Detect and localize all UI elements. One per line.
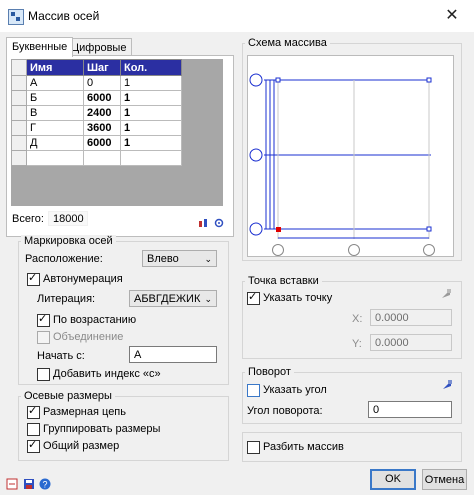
help-icon[interactable]: ? (39, 478, 51, 490)
cell-count[interactable]: 1 (120, 105, 182, 121)
total-label: Всего: (12, 213, 44, 225)
x-input[interactable]: 0.0000 (370, 309, 452, 326)
group-dimensions-checkbox[interactable] (27, 423, 40, 436)
total-value: 18000 (48, 211, 88, 226)
cell-step[interactable]: 0 (83, 75, 121, 91)
cell-step[interactable]: 3600 (83, 120, 121, 136)
table-row[interactable]: Д 6000 1 (11, 135, 182, 151)
chevron-down-icon: ⌄ (204, 294, 212, 304)
location-label: Расположение: (25, 253, 103, 265)
literation-select[interactable]: АБВГДЕЖИК ⌄ (129, 290, 217, 307)
save-icon[interactable] (23, 478, 35, 490)
tab-digits[interactable]: Цифровые (65, 38, 133, 56)
specify-angle-label: Указать угол (263, 384, 327, 396)
insertion-point-label: Точка вставки (245, 275, 322, 287)
cell-name[interactable]: А (26, 75, 84, 91)
array-preview-label: Схема массива (245, 37, 330, 49)
axis-array-app-icon (8, 9, 24, 25)
table-row-empty[interactable] (11, 150, 182, 166)
array-preview-canvas (247, 55, 454, 257)
location-select-value: Влево (147, 253, 179, 265)
autonumber-label: Автонумерация (43, 273, 123, 285)
cell-count[interactable]: 1 (120, 75, 182, 91)
merge-label: Объединение (53, 331, 124, 343)
cell-count[interactable]: 1 (120, 135, 182, 151)
cell-name[interactable]: Г (26, 120, 84, 136)
close-icon[interactable]: ✕ (430, 0, 474, 32)
col-header-step[interactable]: Шаг (83, 59, 121, 76)
group-dimensions-label: Группировать размеры (43, 423, 161, 435)
dimension-chain-checkbox[interactable] (27, 404, 40, 419)
cell-step[interactable]: 6000 (83, 135, 121, 151)
sort-icon[interactable] (199, 218, 211, 228)
axes-grid[interactable]: Имя Шаг Кол. А 0 1 Б 6000 1 В 2400 1 Г 3… (11, 59, 223, 206)
ok-button[interactable]: OK (370, 469, 416, 490)
merge-checkbox[interactable] (37, 331, 50, 344)
add-index-label: Добавить индекс «с» (53, 368, 161, 380)
angle-label: Угол поворота: (247, 405, 323, 417)
pick-angle-icon[interactable] (441, 379, 453, 391)
specify-point-checkbox[interactable] (247, 290, 260, 305)
cell-name[interactable]: Б (26, 90, 84, 106)
pick-point-icon[interactable] (440, 288, 452, 300)
literation-label: Литерация: (37, 293, 96, 305)
autonumber-checkbox[interactable] (27, 271, 40, 286)
x-label: X: (352, 313, 363, 325)
grid-corner (11, 59, 27, 76)
location-select[interactable]: Влево ⌄ (142, 250, 217, 267)
start-input[interactable]: А (129, 346, 217, 363)
add-index-checkbox[interactable] (37, 368, 50, 381)
total-dimension-label: Общий размер (43, 440, 120, 452)
literation-select-value: АБВГДЕЖИК (134, 293, 201, 305)
angle-input[interactable]: 0 (368, 401, 452, 418)
col-header-name[interactable]: Имя (26, 59, 84, 76)
dimension-chain-label: Размерная цепь (43, 406, 126, 418)
specify-angle-checkbox[interactable] (247, 384, 260, 397)
svg-text:?: ? (42, 480, 47, 490)
cancel-button[interactable]: Отмена (422, 469, 467, 490)
ascending-checkbox[interactable] (37, 312, 50, 327)
cell-count[interactable]: 1 (120, 90, 182, 106)
explode-checkbox[interactable] (247, 441, 260, 454)
total-dimension-checkbox[interactable] (27, 438, 40, 453)
table-row[interactable]: В 2400 1 (11, 105, 182, 121)
tab-letters[interactable]: Буквенные (6, 37, 74, 57)
specify-point-label: Указать точку (263, 292, 333, 304)
start-label: Начать с: (37, 350, 85, 362)
settings-icon[interactable] (214, 218, 226, 228)
chevron-down-icon: ⌄ (204, 254, 212, 264)
cell-step[interactable]: 2400 (83, 105, 121, 121)
table-row[interactable]: Г 3600 1 (11, 120, 182, 136)
cell-name[interactable]: Д (26, 135, 84, 151)
pin-icon[interactable] (6, 478, 18, 490)
window-title: Массив осей (28, 9, 100, 23)
title-bar: Массив осей ✕ (0, 0, 474, 32)
ascending-label: По возрастанию (53, 314, 137, 326)
cell-step[interactable]: 6000 (83, 90, 121, 106)
explode-label: Разбить массив (263, 441, 344, 453)
axis-marking-label: Маркировка осей (21, 235, 116, 247)
col-header-count[interactable]: Кол. (120, 59, 182, 76)
cell-name[interactable]: В (26, 105, 84, 121)
cell-count[interactable]: 1 (120, 120, 182, 136)
rotation-label: Поворот (245, 366, 294, 378)
table-row[interactable]: Б 6000 1 (11, 90, 182, 106)
table-row[interactable]: А 0 1 (11, 75, 182, 91)
axis-dimensions-label: Осевые размеры (21, 390, 115, 402)
y-input[interactable]: 0.0000 (370, 334, 452, 351)
y-label: Y: (352, 338, 362, 350)
